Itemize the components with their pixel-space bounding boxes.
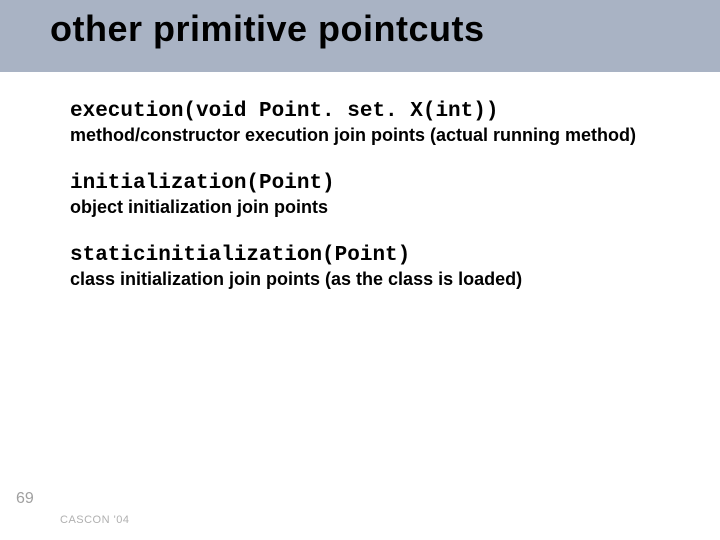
footer-text: CASCON '04 [60,514,129,526]
pointcut-code: initialization(Point) [70,172,680,195]
content-area: execution(void Point. set. X(int)) metho… [70,100,680,316]
pointcut-item: initialization(Point) object initializat… [70,172,680,218]
page-number: 69 [16,490,34,508]
pointcut-code: staticinitialization(Point) [70,244,680,267]
pointcut-desc: method/constructor execution join points… [70,125,680,146]
pointcut-code: execution(void Point. set. X(int)) [70,100,680,123]
pointcut-item: execution(void Point. set. X(int)) metho… [70,100,680,146]
pointcut-desc: object initialization join points [70,197,680,218]
pointcut-desc: class initialization join points (as the… [70,269,680,290]
slide: other primitive pointcuts execution(void… [0,0,720,540]
slide-title: other primitive pointcuts [50,8,485,50]
pointcut-item: staticinitialization(Point) class initia… [70,244,680,290]
